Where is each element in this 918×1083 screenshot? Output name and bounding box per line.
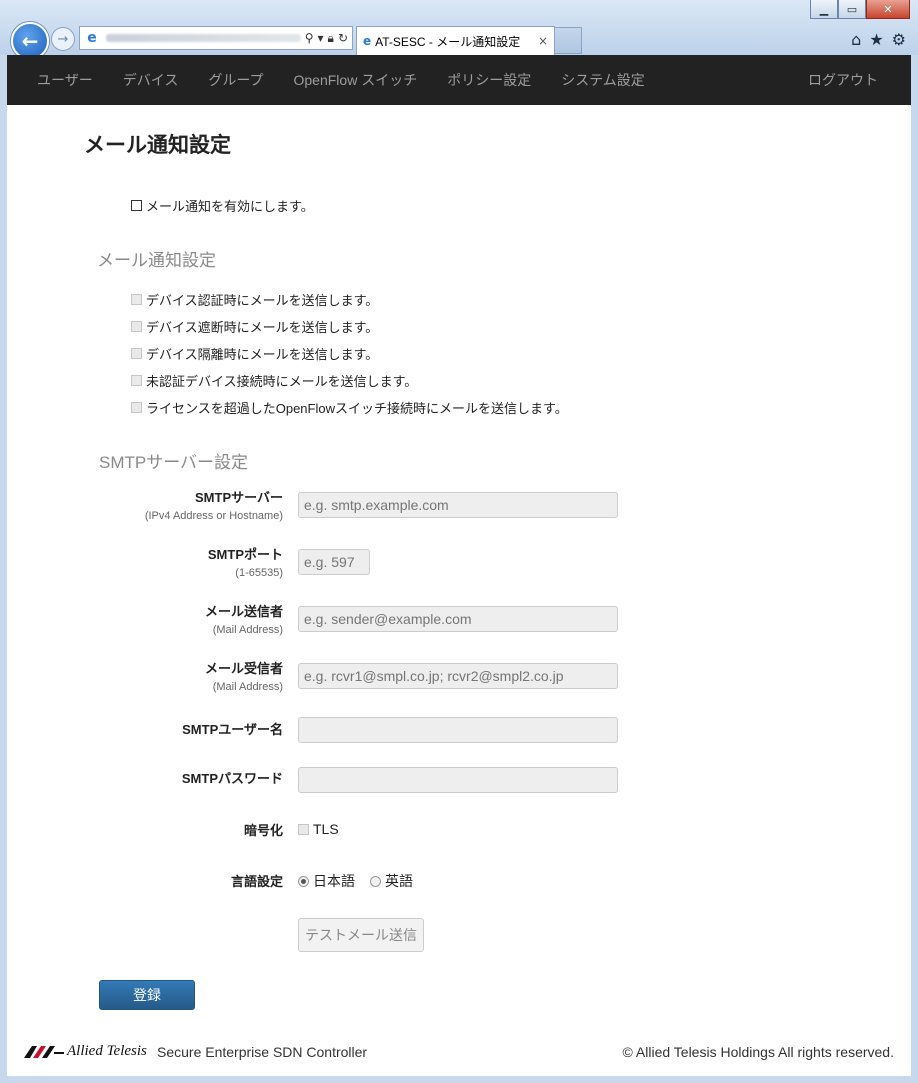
tls-label: TLS (313, 821, 339, 837)
close-icon[interactable]: ✕ (866, 0, 910, 19)
browser-titlebar: ▁ ▭ ✕ ← → e ⚲ ▾ 🔒︎ ↻ e AT-SESC - メール通知設定… (0, 0, 918, 60)
tls-checkbox[interactable] (298, 823, 309, 835)
language-option-english[interactable]: 英語 (370, 871, 413, 891)
notify-option-checkbox[interactable] (131, 321, 142, 332)
url-text-blurred (106, 34, 301, 42)
dropdown-icon[interactable]: ▾ (318, 31, 324, 46)
sender-label-group: メール送信者 (Mail Address) (205, 601, 283, 636)
notify-option-label: 未認証デバイス接続時にメールを送信します。 (146, 374, 418, 389)
enable-notification-checkbox[interactable] (131, 200, 142, 211)
ie-icon: e (363, 34, 372, 48)
notify-option-label: デバイス隔離時にメールを送信します。 (146, 347, 379, 362)
language-option-japanese[interactable]: 日本語 (298, 871, 355, 891)
nav-item-openflow-switch[interactable]: OpenFlow スイッチ (279, 70, 433, 90)
language-label-japanese: 日本語 (313, 873, 355, 889)
gear-icon[interactable]: ⚙ (892, 30, 906, 49)
nav-item-users[interactable]: ユーザー (7, 70, 108, 90)
smtp-server-label-group: SMTPサーバー (IPv4 Address or Hostname) (145, 487, 283, 522)
nav-item-policy-settings[interactable]: ポリシー設定 (432, 70, 546, 90)
nav-item-groups[interactable]: グループ (193, 70, 278, 90)
notify-option-row[interactable]: 未認証デバイス接続時にメールを送信します。 (131, 371, 417, 390)
nav-item-devices[interactable]: デバイス (108, 70, 194, 90)
test-mail-button[interactable]: テストメール送信 (298, 918, 424, 952)
page-title: メール通知設定 (84, 134, 231, 157)
lock-icon[interactable]: 🔒︎ (328, 31, 334, 46)
receiver-label-group: メール受信者 (Mail Address) (205, 658, 283, 693)
notify-option-checkbox[interactable] (131, 348, 142, 359)
browser-tab[interactable]: e AT-SESC - メール通知設定 × (356, 26, 555, 55)
maximize-icon[interactable]: ▭ (838, 0, 866, 19)
sender-hint: (Mail Address) (212, 624, 283, 636)
smtp-port-input[interactable] (298, 549, 370, 575)
smtp-port-label: SMTPポート (207, 547, 283, 562)
allied-telesis-logo-icon (24, 1045, 64, 1058)
smtp-server-input[interactable] (298, 492, 618, 518)
language-radio-english[interactable] (370, 875, 381, 887)
notify-option-label: デバイス遮断時にメールを送信します。 (146, 320, 379, 335)
browser-toolbar: ⌂ ★ ⚙ (851, 30, 906, 49)
smtp-password-label: SMTPパスワード (181, 771, 283, 786)
sender-input[interactable] (298, 606, 618, 632)
star-icon[interactable]: ★ (869, 30, 883, 49)
smtp-user-label-group: SMTPユーザー名 (182, 719, 283, 738)
search-icon[interactable]: ⚲ (305, 31, 314, 46)
address-bar[interactable]: e ⚲ ▾ 🔒︎ ↻ (79, 26, 353, 50)
notify-option-label: ライセンスを超過したOpenFlowスイッチ接続時にメールを送信します。 (146, 401, 568, 416)
notify-section-title: メール通知設定 (97, 251, 216, 270)
main-navbar: ユーザー デバイス グループ OpenFlow スイッチ ポリシー設定 システム… (7, 55, 911, 105)
allied-telesis-logo: Allied Telesis (24, 1043, 147, 1060)
browser-window: ▁ ▭ ✕ ← → e ⚲ ▾ 🔒︎ ↻ e AT-SESC - メール通知設定… (0, 0, 918, 1083)
smtp-password-label-group: SMTPパスワード (182, 768, 283, 787)
notify-option-row[interactable]: ライセンスを超過したOpenFlowスイッチ接続時にメールを送信します。 (131, 398, 568, 417)
nav-item-system-settings[interactable]: システム設定 (546, 70, 660, 90)
notify-option-row[interactable]: デバイス隔離時にメールを送信します。 (131, 344, 378, 363)
footer: Allied Telesis Secure Enterprise SDN Con… (7, 1035, 911, 1069)
tab-title: AT-SESC - メール通知設定 (375, 34, 521, 49)
language-label-english: 英語 (385, 873, 413, 889)
notify-option-row[interactable]: デバイス遮断時にメールを送信します。 (131, 317, 378, 336)
ie-icon: e (87, 30, 97, 46)
smtp-port-hint: (1-65535) (235, 567, 283, 579)
product-name: Secure Enterprise SDN Controller (157, 1044, 368, 1060)
notify-option-checkbox[interactable] (131, 375, 142, 386)
language-label: 言語設定 (230, 874, 283, 889)
logo-wordmark: Allied Telesis (67, 1043, 147, 1059)
minimize-icon[interactable]: ▁ (810, 0, 838, 19)
enable-notification-row[interactable]: メール通知を有効にします。 (131, 196, 314, 215)
receiver-hint: (Mail Address) (212, 681, 283, 693)
copyright: © Allied Telesis Holdings All rights res… (622, 1044, 894, 1060)
encryption-label-group: 暗号化 (244, 820, 283, 839)
receiver-label: メール受信者 (204, 661, 283, 676)
home-icon[interactable]: ⌂ (851, 30, 861, 49)
sender-label: メール送信者 (204, 604, 283, 619)
language-label-group: 言語設定 (231, 871, 283, 890)
notify-option-label: デバイス認証時にメールを送信します。 (146, 293, 379, 308)
tab-close-icon[interactable]: × (538, 34, 548, 48)
receiver-input[interactable] (298, 663, 618, 689)
smtp-section-title: SMTPサーバー設定 (99, 453, 249, 472)
smtp-server-label: SMTPサーバー (195, 490, 283, 505)
window-controls: ▁ ▭ ✕ (810, 0, 910, 19)
register-button[interactable]: 登録 (99, 980, 195, 1010)
notify-option-checkbox[interactable] (131, 402, 142, 413)
smtp-user-input[interactable] (298, 717, 618, 743)
forward-arrow-icon[interactable]: → (51, 27, 75, 51)
enable-notification-label: メール通知を有効にします。 (146, 199, 314, 214)
logout-link[interactable]: ログアウト (793, 70, 893, 90)
smtp-user-label: SMTPユーザー名 (182, 722, 283, 737)
notify-option-row[interactable]: デバイス認証時にメールを送信します。 (131, 290, 378, 309)
refresh-icon[interactable]: ↻ (338, 31, 348, 46)
smtp-server-hint: (IPv4 Address or Hostname) (144, 510, 283, 522)
smtp-password-input[interactable] (298, 767, 618, 793)
smtp-port-label-group: SMTPポート (1-65535) (208, 544, 283, 579)
notify-option-checkbox[interactable] (131, 294, 142, 305)
address-actions: ⚲ ▾ 🔒︎ ↻ (301, 31, 352, 46)
new-tab-button[interactable] (555, 27, 582, 54)
language-radio-japanese[interactable] (298, 875, 309, 887)
encryption-label: 暗号化 (243, 823, 283, 838)
tls-option[interactable]: TLS (298, 821, 339, 837)
